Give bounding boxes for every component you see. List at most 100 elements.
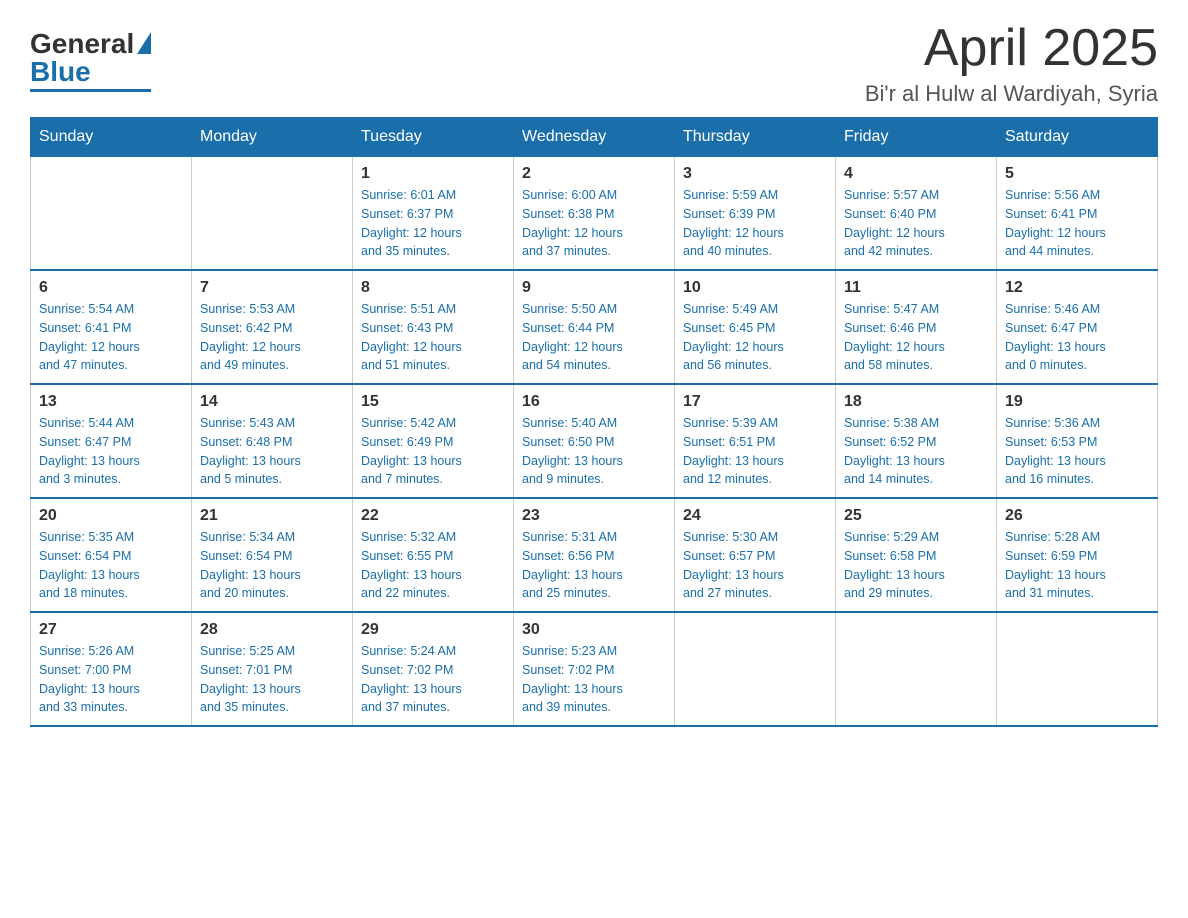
calendar-week-4: 20 Sunrise: 5:35 AM Sunset: 6:54 PM Dayli… [31, 498, 1158, 612]
calendar-cell: 1Sunrise: 6:01 AM Sunset: 6:37 PM Daylig… [353, 157, 514, 271]
day-number: 16 [522, 393, 666, 411]
logo-blue-text: Blue [30, 58, 91, 86]
day-number: 20 [39, 507, 183, 525]
day-info: Sunrise: 5:39 AM Sunset: 6:51 PM Dayligh… [683, 414, 827, 489]
day-info: Sunrise: 6:00 AM Sunset: 6:38 PM Dayligh… [522, 186, 666, 261]
day-info: Sunrise: 5:31 AM Sunset: 6:56 PM Dayligh… [522, 528, 666, 603]
day-info: Sunrise: 5:44 AM Sunset: 6:47 PM Dayligh… [39, 414, 183, 489]
day-number: 15 [361, 393, 505, 411]
day-info: Sunrise: 5:49 AM Sunset: 6:45 PM Dayligh… [683, 300, 827, 375]
calendar-cell: 12 Sunrise: 5:46 AM Sunset: 6:47 PM Dayli… [997, 270, 1158, 384]
calendar-cell: 30 Sunrise: 5:23 AM Sunset: 7:02 PM Dayli… [514, 612, 675, 726]
day-info: Sunrise: 5:23 AM Sunset: 7:02 PM Dayligh… [522, 642, 666, 717]
calendar-week-5: 27Sunrise: 5:26 AM Sunset: 7:00 PM Dayli… [31, 612, 1158, 726]
day-number: 19 [1005, 393, 1149, 411]
day-info: Sunrise: 5:40 AM Sunset: 6:50 PM Dayligh… [522, 414, 666, 489]
month-title: April 2025 [865, 20, 1158, 77]
day-number: 6 [39, 279, 183, 297]
calendar-cell: 18 Sunrise: 5:38 AM Sunset: 6:52 PM Dayli… [836, 384, 997, 498]
logo: General Blue [30, 30, 151, 92]
logo-general-text: General [30, 30, 134, 58]
day-info: Sunrise: 5:29 AM Sunset: 6:58 PM Dayligh… [844, 528, 988, 603]
day-number: 17 [683, 393, 827, 411]
day-info: Sunrise: 5:35 AM Sunset: 6:54 PM Dayligh… [39, 528, 183, 603]
calendar-cell: 10 Sunrise: 5:49 AM Sunset: 6:45 PM Dayli… [675, 270, 836, 384]
day-info: Sunrise: 5:42 AM Sunset: 6:49 PM Dayligh… [361, 414, 505, 489]
title-block: April 2025 Bi'r al Hulw al Wardiyah, Syr… [865, 20, 1158, 107]
day-info: Sunrise: 5:32 AM Sunset: 6:55 PM Dayligh… [361, 528, 505, 603]
header-tuesday: Tuesday [353, 118, 514, 157]
header-sunday: Sunday [31, 118, 192, 157]
calendar-cell [675, 612, 836, 726]
day-number: 30 [522, 621, 666, 639]
day-number: 5 [1005, 165, 1149, 183]
logo-triangle-icon [137, 32, 151, 54]
day-number: 25 [844, 507, 988, 525]
calendar-header: Sunday Monday Tuesday Wednesday Thursday… [31, 118, 1158, 157]
day-number: 3 [683, 165, 827, 183]
page-header: General Blue April 2025 Bi'r al Hulw al … [30, 20, 1158, 107]
day-info: Sunrise: 5:25 AM Sunset: 7:01 PM Dayligh… [200, 642, 344, 717]
calendar-body: 1Sunrise: 6:01 AM Sunset: 6:37 PM Daylig… [31, 157, 1158, 727]
day-number: 1 [361, 165, 505, 183]
day-info: Sunrise: 5:47 AM Sunset: 6:46 PM Dayligh… [844, 300, 988, 375]
header-monday: Monday [192, 118, 353, 157]
calendar-cell: 17 Sunrise: 5:39 AM Sunset: 6:51 PM Dayli… [675, 384, 836, 498]
header-friday: Friday [836, 118, 997, 157]
header-saturday: Saturday [997, 118, 1158, 157]
day-info: Sunrise: 5:38 AM Sunset: 6:52 PM Dayligh… [844, 414, 988, 489]
calendar-cell [836, 612, 997, 726]
location-title: Bi'r al Hulw al Wardiyah, Syria [865, 81, 1158, 107]
day-number: 18 [844, 393, 988, 411]
calendar-cell: 4Sunrise: 5:57 AM Sunset: 6:40 PM Daylig… [836, 157, 997, 271]
day-number: 22 [361, 507, 505, 525]
calendar-cell: 23 Sunrise: 5:31 AM Sunset: 6:56 PM Dayli… [514, 498, 675, 612]
day-info: Sunrise: 5:56 AM Sunset: 6:41 PM Dayligh… [1005, 186, 1149, 261]
day-number: 27 [39, 621, 183, 639]
calendar-cell: 13 Sunrise: 5:44 AM Sunset: 6:47 PM Dayli… [31, 384, 192, 498]
day-info: Sunrise: 5:57 AM Sunset: 6:40 PM Dayligh… [844, 186, 988, 261]
day-number: 7 [200, 279, 344, 297]
calendar-cell [192, 157, 353, 271]
day-number: 13 [39, 393, 183, 411]
day-info: Sunrise: 5:46 AM Sunset: 6:47 PM Dayligh… [1005, 300, 1149, 375]
calendar-cell: 24Sunrise: 5:30 AM Sunset: 6:57 PM Dayli… [675, 498, 836, 612]
calendar-cell: 2 Sunrise: 6:00 AM Sunset: 6:38 PM Daylig… [514, 157, 675, 271]
calendar-cell: 19 Sunrise: 5:36 AM Sunset: 6:53 PM Dayli… [997, 384, 1158, 498]
day-number: 14 [200, 393, 344, 411]
day-number: 24 [683, 507, 827, 525]
day-number: 29 [361, 621, 505, 639]
calendar-cell: 20 Sunrise: 5:35 AM Sunset: 6:54 PM Dayli… [31, 498, 192, 612]
calendar-cell: 26Sunrise: 5:28 AM Sunset: 6:59 PM Dayli… [997, 498, 1158, 612]
calendar-cell: 22 Sunrise: 5:32 AM Sunset: 6:55 PM Dayli… [353, 498, 514, 612]
calendar-cell: 3 Sunrise: 5:59 AM Sunset: 6:39 PM Daylig… [675, 157, 836, 271]
day-info: Sunrise: 5:24 AM Sunset: 7:02 PM Dayligh… [361, 642, 505, 717]
day-number: 11 [844, 279, 988, 297]
calendar-cell: 5 Sunrise: 5:56 AM Sunset: 6:41 PM Daylig… [997, 157, 1158, 271]
day-number: 8 [361, 279, 505, 297]
day-info: Sunrise: 5:50 AM Sunset: 6:44 PM Dayligh… [522, 300, 666, 375]
day-number: 21 [200, 507, 344, 525]
day-number: 12 [1005, 279, 1149, 297]
calendar-cell: 21 Sunrise: 5:34 AM Sunset: 6:54 PM Dayli… [192, 498, 353, 612]
calendar-cell: 9Sunrise: 5:50 AM Sunset: 6:44 PM Daylig… [514, 270, 675, 384]
calendar-cell: 15 Sunrise: 5:42 AM Sunset: 6:49 PM Dayli… [353, 384, 514, 498]
day-info: Sunrise: 5:34 AM Sunset: 6:54 PM Dayligh… [200, 528, 344, 603]
calendar-week-2: 6 Sunrise: 5:54 AM Sunset: 6:41 PM Daylig… [31, 270, 1158, 384]
day-number: 10 [683, 279, 827, 297]
day-number: 23 [522, 507, 666, 525]
day-info: Sunrise: 5:59 AM Sunset: 6:39 PM Dayligh… [683, 186, 827, 261]
calendar-cell: 8 Sunrise: 5:51 AM Sunset: 6:43 PM Daylig… [353, 270, 514, 384]
header-thursday: Thursday [675, 118, 836, 157]
day-info: Sunrise: 5:36 AM Sunset: 6:53 PM Dayligh… [1005, 414, 1149, 489]
calendar-cell: 14Sunrise: 5:43 AM Sunset: 6:48 PM Dayli… [192, 384, 353, 498]
day-info: Sunrise: 5:28 AM Sunset: 6:59 PM Dayligh… [1005, 528, 1149, 603]
header-row: Sunday Monday Tuesday Wednesday Thursday… [31, 118, 1158, 157]
calendar-cell: 7Sunrise: 5:53 AM Sunset: 6:42 PM Daylig… [192, 270, 353, 384]
logo-underline [30, 89, 151, 92]
calendar-cell: 27Sunrise: 5:26 AM Sunset: 7:00 PM Dayli… [31, 612, 192, 726]
day-info: Sunrise: 5:51 AM Sunset: 6:43 PM Dayligh… [361, 300, 505, 375]
day-info: Sunrise: 5:54 AM Sunset: 6:41 PM Dayligh… [39, 300, 183, 375]
day-number: 2 [522, 165, 666, 183]
calendar-table: Sunday Monday Tuesday Wednesday Thursday… [30, 117, 1158, 727]
